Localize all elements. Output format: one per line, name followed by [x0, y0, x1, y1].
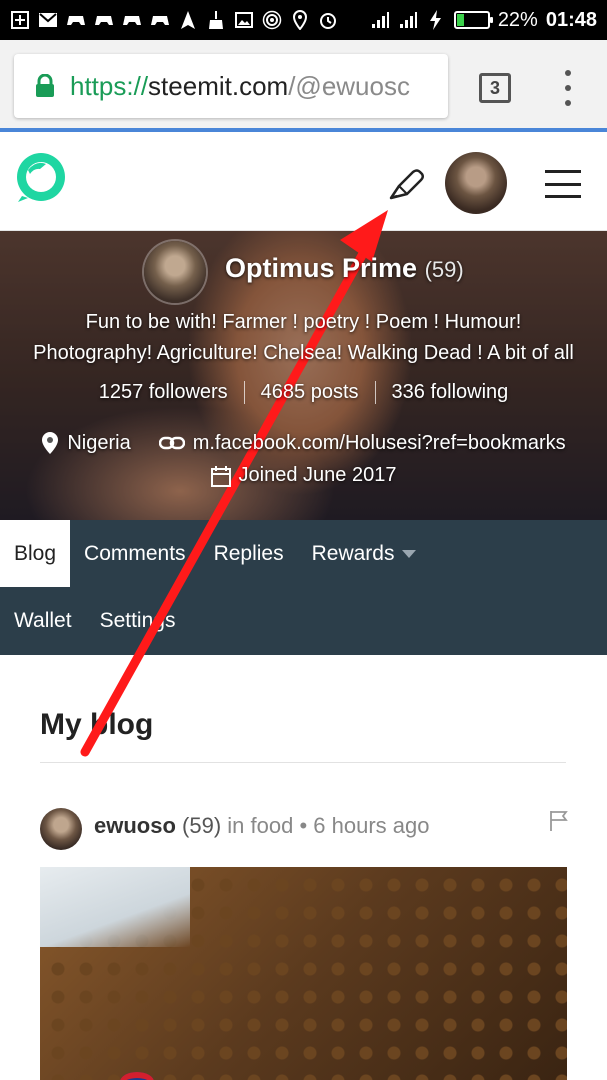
tab-rewards-label: Rewards — [311, 541, 395, 565]
signal-icon — [370, 10, 390, 30]
gmail-icon — [38, 10, 58, 30]
navigation-arrow-icon — [178, 10, 198, 30]
profile-meta: Nigeria m.facebook.com/Holusesi?ref=book… — [0, 431, 607, 455]
url-text: https://steemit.com/@ewuosc — [70, 71, 410, 102]
post-author-link[interactable]: ewuoso — [94, 813, 176, 838]
kebab-menu-icon[interactable] — [560, 70, 576, 106]
game-controller-icon — [66, 10, 86, 30]
joined-text: Joined June 2017 — [238, 464, 397, 486]
website-text: m.facebook.com/Holusesi?ref=bookmarks — [192, 431, 566, 454]
steem-logo-icon[interactable] — [14, 150, 68, 204]
signal-icon — [398, 10, 418, 30]
pen-icon[interactable] — [387, 166, 427, 202]
clock: 01:48 — [545, 8, 597, 31]
page-title: My blog — [40, 708, 154, 741]
profile-stats: 1257 followers 4685 posts 336 following — [0, 381, 607, 404]
game-controller-icon — [150, 10, 170, 30]
tab-replies[interactable]: Replies — [200, 520, 298, 587]
website-link[interactable]: m.facebook.com/Holusesi?ref=bookmarks — [158, 431, 566, 455]
link-icon — [158, 436, 185, 450]
location: Nigeria — [41, 431, 131, 455]
url-path: /@ewuosc — [288, 70, 410, 101]
tab-switcher-button[interactable]: 3 — [479, 73, 511, 103]
posts-count: 4685 posts — [243, 381, 375, 404]
tab-rewards[interactable]: Rewards — [298, 520, 431, 587]
profile-name: Optimus Prime (59) — [225, 253, 464, 284]
post-time[interactable]: 6 hours ago — [313, 813, 429, 838]
tab-comments[interactable]: Comments — [70, 520, 200, 587]
notification-icons — [10, 10, 338, 30]
divider — [40, 762, 566, 763]
profile-cover: Optimus Prime (59) Fun to be with! Farme… — [0, 231, 607, 521]
location-icon — [290, 10, 310, 30]
battery-icon — [453, 11, 493, 29]
add-box-icon — [10, 10, 30, 30]
followers-link[interactable]: 1257 followers — [83, 381, 244, 404]
tab-wallet[interactable]: Wallet — [0, 587, 86, 654]
post-meta: ewuoso (59) in food • 6 hours ago — [94, 813, 430, 839]
tab-settings[interactable]: Settings — [86, 587, 190, 654]
tab-blog[interactable]: Blog — [0, 520, 71, 587]
post-author-reputation: (59) — [182, 813, 222, 838]
battery-fill — [456, 14, 464, 26]
location-pin-icon — [42, 432, 59, 454]
broom-icon — [206, 10, 226, 30]
user-avatar[interactable] — [445, 152, 507, 214]
hamburger-icon[interactable] — [545, 170, 581, 198]
url-scheme: https:// — [70, 70, 149, 101]
flag-icon[interactable] — [549, 810, 569, 832]
browser-toolbar: https://steemit.com/@ewuosc 3 — [0, 40, 607, 132]
post-separator: • — [299, 813, 308, 838]
system-status: 22% 01:48 — [370, 9, 597, 32]
alarm-icon — [318, 10, 338, 30]
url-host: steemit.com — [148, 70, 289, 101]
image-icon — [234, 10, 254, 30]
game-controller-icon — [122, 10, 142, 30]
chevron-down-icon — [402, 549, 417, 558]
post-category[interactable]: in food — [227, 813, 293, 838]
bio-line: Photography! Agriculture! Chelsea! Walki… — [33, 342, 574, 364]
location-text: Nigeria — [67, 431, 131, 454]
profile-name-text: Optimus Prime — [225, 253, 418, 283]
charging-icon — [426, 10, 446, 30]
profile-avatar[interactable] — [144, 241, 206, 303]
address-bar[interactable]: https://steemit.com/@ewuosc — [14, 54, 448, 118]
profile-bio: Fun to be with! Farmer ! poetry ! Poem !… — [20, 307, 587, 369]
bio-line: Fun to be with! Farmer ! poetry ! Poem !… — [85, 311, 522, 333]
status-bar: 22% 01:48 — [0, 0, 607, 40]
site-header — [0, 136, 607, 231]
hotspot-icon — [262, 10, 282, 30]
post-author-avatar[interactable] — [40, 808, 82, 850]
calendar-icon — [210, 465, 231, 487]
profile-nav: Blog Comments Replies Rewards Wallet Set… — [0, 520, 607, 655]
joined-info: Joined June 2017 — [0, 464, 607, 487]
profile-reputation: (59) — [424, 257, 464, 282]
following-link[interactable]: 336 following — [374, 381, 525, 404]
battery-percent: 22% — [497, 8, 538, 31]
lock-icon — [36, 74, 54, 97]
post-thumbnail[interactable] — [40, 867, 567, 1080]
game-controller-icon — [94, 10, 114, 30]
